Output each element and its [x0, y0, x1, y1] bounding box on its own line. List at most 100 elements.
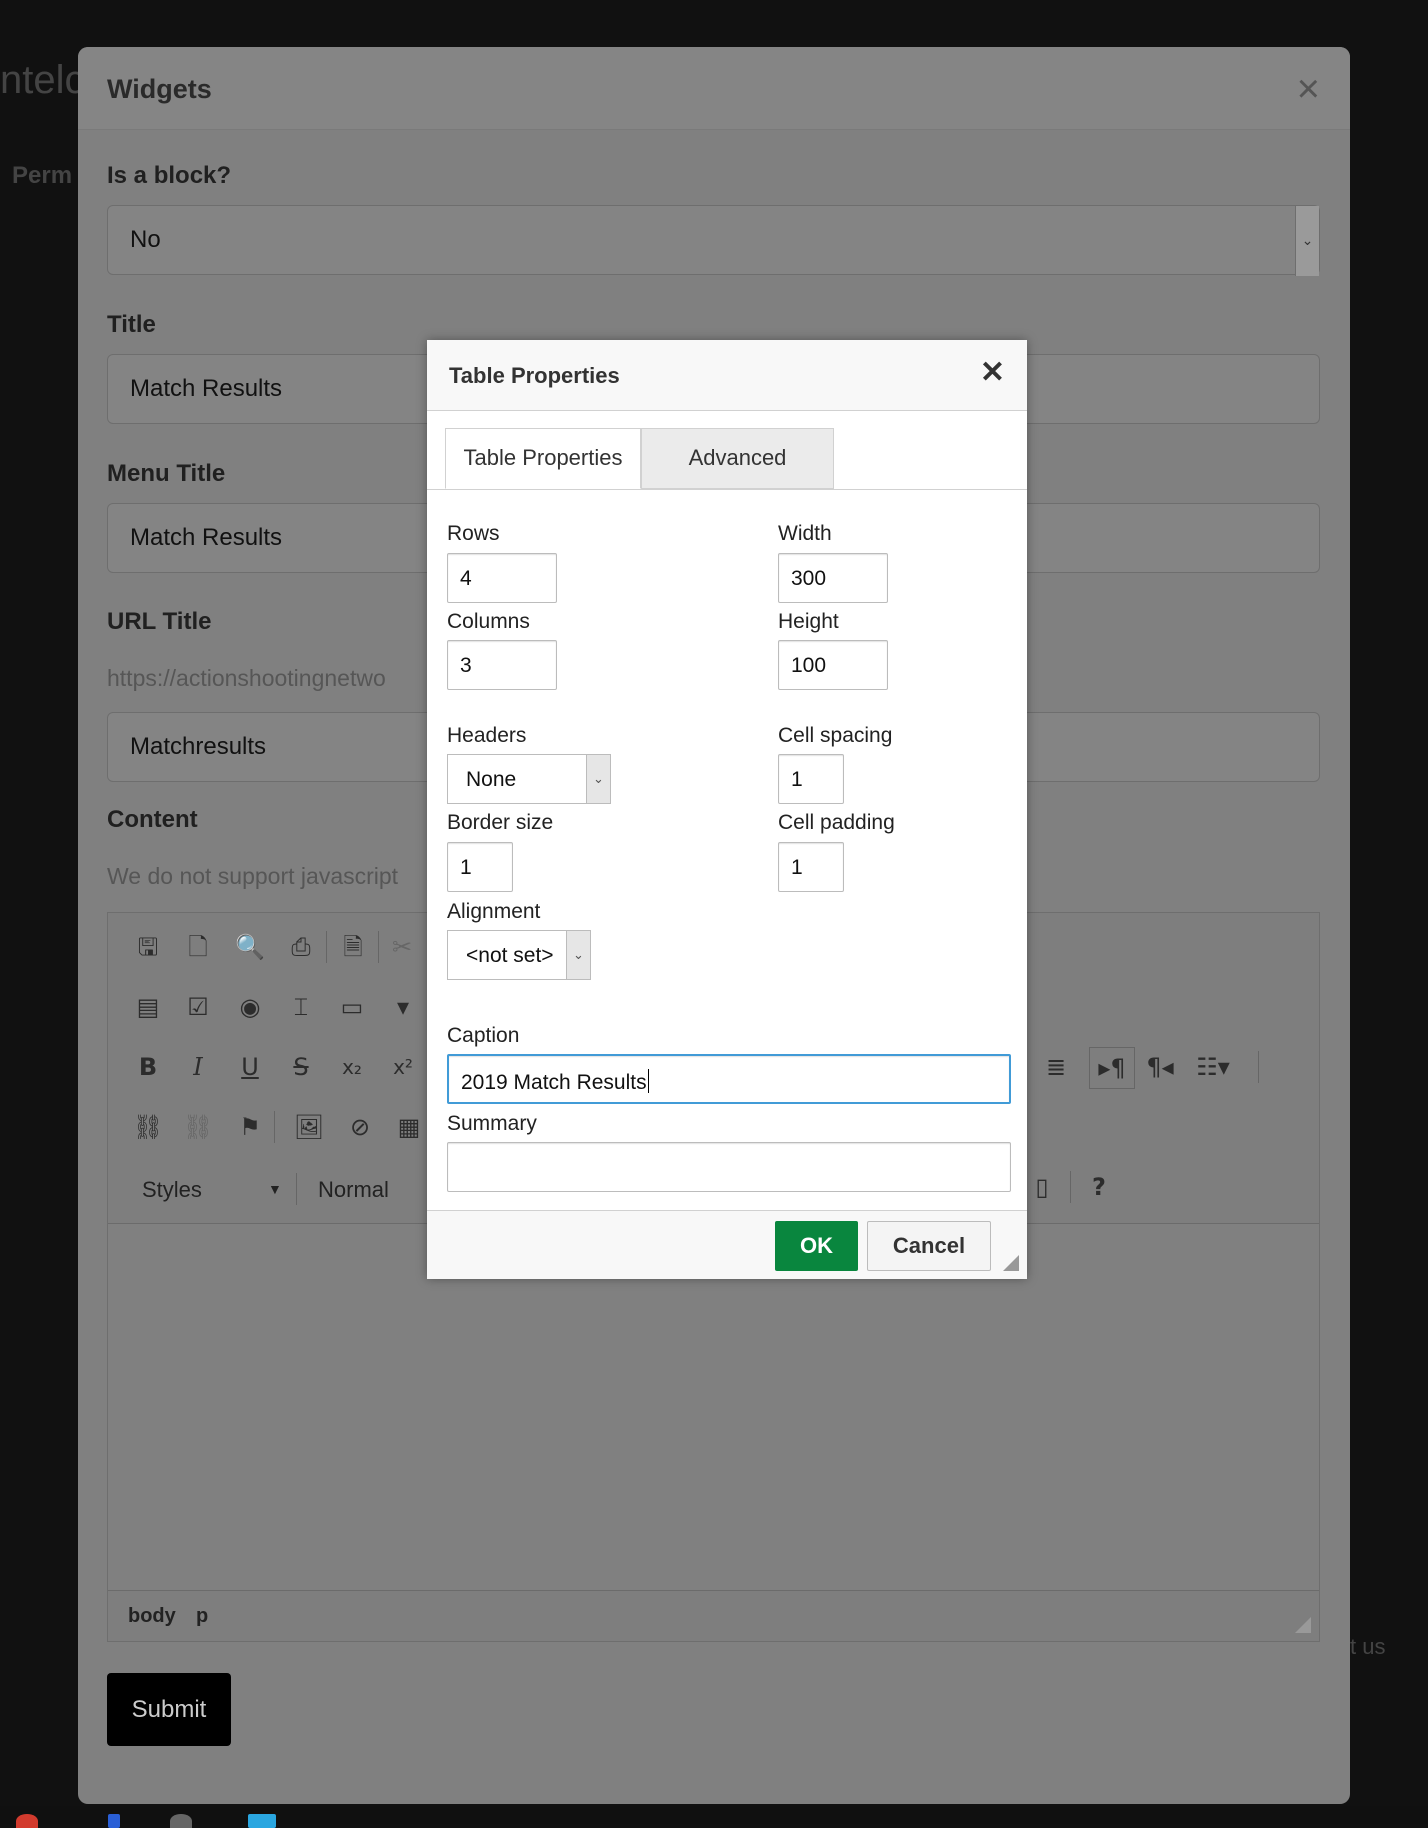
- select-field-icon[interactable]: ▾: [387, 991, 419, 1023]
- language-icon[interactable]: ☷▾: [1191, 1051, 1235, 1083]
- headers-value: None: [466, 768, 517, 791]
- headers-select[interactable]: None ⌄: [447, 754, 611, 804]
- headers-label: Headers: [447, 724, 527, 747]
- toolbar-separator: [296, 1173, 297, 1205]
- submit-button[interactable]: Submit: [107, 1673, 231, 1746]
- text-field-icon[interactable]: ⌶: [285, 991, 317, 1023]
- bold-icon[interactable]: B: [132, 1051, 164, 1083]
- summary-input[interactable]: [447, 1142, 1011, 1192]
- format-dropdown[interactable]: Normal: [318, 1177, 389, 1203]
- print-icon[interactable]: ⎙: [285, 931, 317, 963]
- taskbar: [0, 1806, 1428, 1828]
- close-icon[interactable]: ✕: [980, 358, 1005, 388]
- width-input[interactable]: 300: [778, 553, 888, 603]
- ok-button[interactable]: OK: [775, 1221, 858, 1271]
- table-properties-dialog: Table Properties ✕ Table Properties Adva…: [427, 340, 1027, 1279]
- toolbar-separator: [1070, 1171, 1071, 1203]
- chevron-down-icon[interactable]: ⌄: [586, 755, 610, 803]
- cell-spacing-label: Cell spacing: [778, 724, 893, 747]
- radio-icon[interactable]: ◉: [234, 991, 266, 1023]
- italic-icon[interactable]: I: [182, 1051, 214, 1083]
- link-icon[interactable]: ⛓: [132, 1111, 164, 1143]
- modal-header: Widgets ×: [78, 47, 1350, 130]
- cut-icon[interactable]: ✂: [386, 931, 418, 963]
- rows-input[interactable]: 4: [447, 553, 557, 603]
- chevron-down-icon[interactable]: ▼: [268, 1181, 282, 1197]
- background-text: t us: [1350, 1634, 1386, 1659]
- cell-padding-label: Cell padding: [778, 811, 895, 834]
- form-icon[interactable]: ▤: [132, 991, 164, 1023]
- dialog-footer: OK Cancel: [427, 1210, 1027, 1279]
- menu-title-label: Menu Title: [107, 460, 226, 487]
- dialog-header: Table Properties ✕: [427, 340, 1027, 411]
- text-cursor: [647, 1069, 649, 1093]
- app-icon[interactable]: [248, 1814, 276, 1828]
- element-path-p[interactable]: p: [196, 1605, 208, 1628]
- justify-icon[interactable]: ≣: [1040, 1051, 1072, 1083]
- table-icon[interactable]: ▦: [393, 1111, 425, 1143]
- show-blocks-icon[interactable]: ▯: [1026, 1171, 1058, 1203]
- border-size-label: Border size: [447, 811, 554, 834]
- app-icon[interactable]: [170, 1814, 192, 1828]
- alignment-select[interactable]: <not set> ⌄: [447, 930, 591, 980]
- resize-handle-icon[interactable]: [1295, 1617, 1311, 1633]
- background-text: ntelc: [0, 58, 85, 102]
- cell-padding-input[interactable]: 1: [778, 842, 844, 892]
- cancel-button[interactable]: Cancel: [867, 1221, 991, 1271]
- alignment-label: Alignment: [447, 900, 541, 923]
- caption-value: 2019 Match Results: [461, 1071, 647, 1094]
- save-icon[interactable]: 🖫: [132, 931, 164, 963]
- content-note: We do not support javascript: [107, 863, 399, 889]
- textarea-icon[interactable]: ▭: [336, 991, 368, 1023]
- height-input[interactable]: 100: [778, 640, 888, 690]
- underline-icon[interactable]: U: [234, 1051, 266, 1083]
- styles-dropdown[interactable]: Styles: [142, 1177, 202, 1203]
- help-icon[interactable]: ?: [1083, 1171, 1115, 1203]
- image-icon[interactable]: 🖼: [293, 1111, 325, 1143]
- app-icon[interactable]: [108, 1814, 120, 1828]
- strikethrough-icon[interactable]: S: [285, 1051, 317, 1083]
- new-page-icon[interactable]: 🗋: [182, 931, 214, 963]
- caption-label: Caption: [447, 1024, 520, 1047]
- border-size-input[interactable]: 1: [447, 842, 513, 892]
- toolbar-separator: [1258, 1051, 1259, 1083]
- checkbox-icon[interactable]: ☑: [182, 991, 214, 1023]
- resize-handle-icon[interactable]: [1003, 1255, 1019, 1271]
- anchor-flag-icon[interactable]: ⚑: [234, 1111, 266, 1143]
- tab-advanced[interactable]: Advanced: [641, 428, 834, 489]
- columns-input[interactable]: 3: [447, 640, 557, 690]
- dialog-tabs: Table Properties Advanced: [427, 428, 1027, 490]
- rtl-icon[interactable]: ¶◂: [1144, 1051, 1176, 1083]
- flash-icon[interactable]: ⊘: [344, 1111, 376, 1143]
- close-icon[interactable]: ×: [1297, 69, 1320, 109]
- caption-input[interactable]: 2019 Match Results: [447, 1054, 1011, 1104]
- preview-icon[interactable]: 🔍: [234, 931, 266, 963]
- templates-icon[interactable]: 🗎: [337, 931, 369, 963]
- alignment-value: <not set>: [466, 944, 554, 967]
- content-label: Content: [107, 806, 198, 833]
- cell-spacing-input[interactable]: 1: [778, 754, 844, 804]
- modal-title: Widgets: [107, 74, 212, 104]
- url-title-label: URL Title: [107, 608, 212, 635]
- url-prefix: https://actionshootingnetwo: [107, 665, 386, 691]
- columns-label: Columns: [447, 610, 530, 633]
- ltr-icon[interactable]: ▸¶: [1089, 1047, 1135, 1089]
- tab-table-properties[interactable]: Table Properties: [445, 428, 641, 489]
- height-label: Height: [778, 610, 839, 633]
- subscript-icon[interactable]: x₂: [336, 1051, 368, 1083]
- element-path-body[interactable]: body: [128, 1605, 176, 1628]
- chevron-down-icon[interactable]: ⌄: [566, 931, 590, 979]
- app-icon[interactable]: [16, 1814, 38, 1828]
- summary-label: Summary: [447, 1112, 537, 1135]
- background-text: Perm: [12, 162, 73, 189]
- dialog-title: Table Properties: [449, 363, 620, 388]
- toolbar-separator: [326, 931, 327, 963]
- is-block-select[interactable]: No ⌄: [107, 205, 1320, 276]
- toolbar-separator: [274, 1111, 275, 1143]
- is-block-value: No: [130, 226, 161, 253]
- toolbar-separator: [378, 931, 379, 963]
- superscript-icon[interactable]: x²: [387, 1051, 419, 1083]
- is-block-label: Is a block?: [107, 162, 232, 189]
- chevron-down-icon[interactable]: ⌄: [1295, 206, 1319, 276]
- unlink-icon[interactable]: ⛓: [182, 1111, 214, 1143]
